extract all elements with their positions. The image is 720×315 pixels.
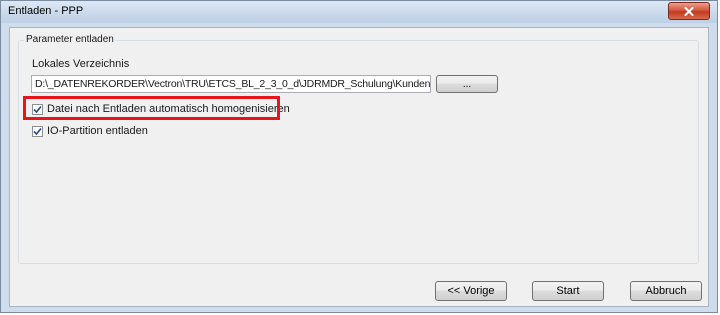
directory-path-field[interactable]: D:\_DATENREKORDER\Vectron\TRU\ETCS_BL_2_… — [31, 75, 431, 93]
close-icon — [684, 6, 694, 16]
previous-button[interactable]: << Vorige — [435, 281, 507, 301]
io-partition-label: IO-Partition entladen — [47, 125, 148, 137]
dialog-window: Entladen - PPP Parameter entladen Lokale… — [0, 0, 718, 313]
start-button[interactable]: Start — [532, 281, 604, 301]
directory-label: Lokales Verzeichnis — [32, 58, 130, 70]
close-button[interactable] — [668, 2, 710, 20]
checkmark-icon — [33, 127, 42, 135]
highlight-box — [23, 96, 280, 120]
group-legend: Parameter entladen — [24, 34, 116, 45]
window-title: Entladen - PPP — [8, 5, 84, 17]
parameter-group: Parameter entladen — [18, 34, 699, 264]
io-partition-option[interactable]: IO-Partition entladen — [32, 124, 148, 138]
browse-button[interactable]: ... — [436, 75, 498, 93]
cancel-button[interactable]: Abbruch — [630, 281, 702, 301]
io-partition-checkbox[interactable] — [32, 125, 43, 137]
title-bar[interactable]: Entladen - PPP — [1, 1, 717, 23]
dialog-content: Parameter entladen Lokales Verzeichnis D… — [9, 27, 709, 307]
